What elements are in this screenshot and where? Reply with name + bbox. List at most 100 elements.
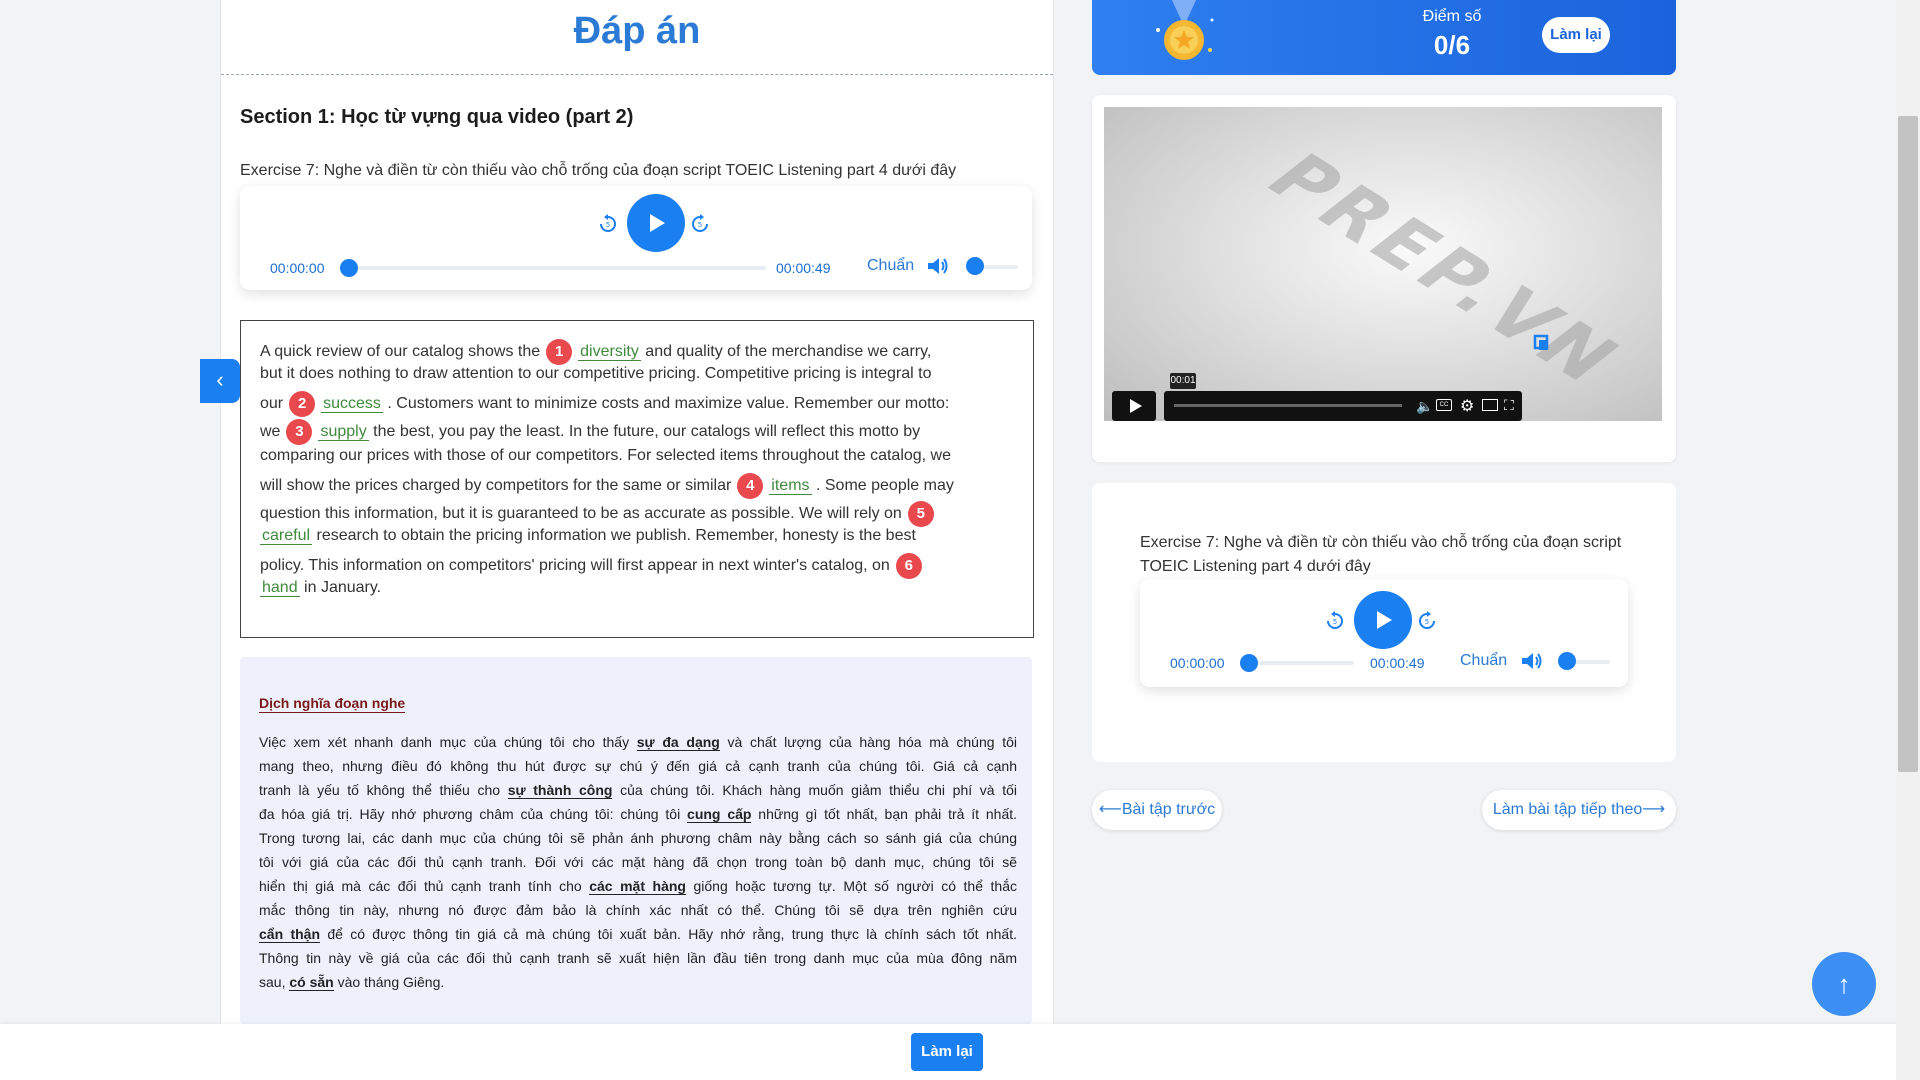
translation-box: Dịch nghĩa đoạn nghe Việc xem xét nhanh … [240, 657, 1032, 1024]
arrow-left-icon: ⟵ [1098, 801, 1122, 818]
volume-icon[interactable] [926, 255, 950, 282]
passage-line: A quick review of our catalog shows the 1… [260, 339, 931, 365]
answer-word: items [769, 477, 812, 496]
translation-line: Thông tin này về giá của các đối thủ cạn… [259, 950, 1017, 966]
translation-keyword: sự đa dạng [636, 734, 720, 751]
passage-text: the best, you pay the least. In the futu… [373, 423, 921, 441]
audio-progress-track[interactable] [1246, 661, 1354, 665]
prev-exercise-label: Bài tập trước [1121, 801, 1216, 818]
right-exercise-card: Exercise 7: Nghe và điền từ còn thiếu và… [1092, 483, 1676, 762]
translation-keyword: các mặt hàng [589, 878, 686, 895]
passage-text: we [260, 423, 281, 441]
passage-text: research to obtain the pricing informati… [316, 527, 916, 544]
translation-line: mang theo, nhưng điều đó không thu hút đ… [259, 758, 1017, 774]
translation-line: tôi với giá của các đối thủ cạnh tranh. … [259, 854, 1017, 870]
current-time: 00:00:00 [270, 260, 325, 276]
score-banner: Điểm số 0/6 Làm lại [1092, 0, 1676, 75]
section-title: Section 1: Học từ vựng qua video (part 2… [240, 106, 634, 128]
right-exercise-label: Exercise 7: Nghe và điền từ còn thiếu và… [1140, 534, 1622, 575]
right-audio-player: 5 5 00:00:00 00:00:49 Chuẩn [1140, 579, 1628, 687]
passage-line: will show the prices charged by competit… [260, 473, 954, 499]
exercise-label: Exercise 7: Nghe và điền từ còn thiếu và… [240, 162, 957, 179]
translation-line: sau, có sẵn vào tháng Giêng. [259, 974, 445, 991]
picture-in-picture-icon[interactable] [1482, 399, 1498, 411]
passage-line: but it does nothing to draw attention to… [260, 365, 931, 383]
passage-text: policy. This information on competitors'… [260, 557, 890, 575]
svg-text:5: 5 [606, 221, 610, 229]
answer-number-badge: 5 [907, 501, 934, 527]
redo-button-bottom[interactable]: Làm lại [911, 1033, 983, 1071]
svg-text:5: 5 [1333, 618, 1337, 626]
answer-number-badge: 3 [286, 419, 313, 445]
rewind-icon[interactable]: 5 [1324, 610, 1346, 632]
passage-text: but it does nothing to draw attention to… [260, 365, 932, 382]
duration-time: 00:00:49 [1370, 655, 1425, 671]
arrow-up-icon: ↑ [1837, 969, 1851, 999]
translation-heading: Dịch nghĩa đoạn nghe [259, 695, 406, 713]
svg-text:5: 5 [698, 221, 702, 229]
scrollbar-thumb[interactable] [1898, 116, 1918, 772]
passage-line: comparing our prices with those of our c… [260, 447, 951, 465]
audio-progress-knob[interactable] [340, 259, 358, 277]
forward-icon[interactable]: 5 [689, 213, 711, 235]
passage-text: and quality of the merchandise we carry, [645, 343, 932, 361]
audio-progress-knob[interactable] [1240, 654, 1258, 672]
audio-player: 5 5 00:00:00 00:00:49 Chuẩn [240, 186, 1032, 290]
volume-knob[interactable] [966, 257, 984, 275]
passage-text: will show the prices charged by competit… [260, 477, 732, 495]
translation-line: hiển thị giá mà các đối thủ cạnh tranh t… [259, 878, 1017, 895]
play-icon [1130, 399, 1142, 413]
arrow-right-icon: ⟶ [1642, 801, 1666, 818]
answer-word: success [321, 395, 383, 414]
score-label: Điểm số [1422, 8, 1482, 25]
back-to-top-button[interactable]: ↑ [1812, 952, 1876, 1016]
answer-number-badge: 4 [737, 473, 764, 499]
video-watermark: PREP.VN [1247, 140, 1643, 398]
translation-keyword: cung cấp [687, 806, 752, 823]
video-progress-track[interactable] [1174, 404, 1402, 407]
video-player[interactable]: PREP.VN 00:01 🔈 CC ⚙ ⛶ [1104, 107, 1662, 421]
speed-select[interactable]: Chuẩn [867, 257, 914, 275]
speed-select[interactable]: Chuẩn [1460, 652, 1507, 670]
translation-keyword: sự thành công [507, 782, 613, 799]
translation-line: Trong tương lai, các danh mục của chúng … [259, 830, 1017, 846]
video-play-button[interactable] [1112, 391, 1156, 421]
passage-line: our 2 success . Customers want to minimize… [260, 391, 949, 417]
next-exercise-button[interactable]: Làm bài tập tiếp theo⟶ [1482, 790, 1676, 830]
sidebar-toggle-button[interactable]: ‹ [200, 359, 240, 403]
translation-keyword: cẩn thận [259, 926, 320, 943]
passage-text: comparing our prices with those of our c… [260, 447, 952, 464]
bottom-bar: Làm lại [0, 1024, 1920, 1080]
volume-knob[interactable] [1558, 652, 1576, 670]
volume-icon[interactable]: 🔈 [1416, 398, 1433, 415]
volume-icon[interactable] [1520, 650, 1544, 677]
play-button[interactable] [627, 194, 685, 252]
prev-exercise-button[interactable]: ⟵Bài tập trước [1092, 790, 1222, 830]
forward-icon[interactable]: 5 [1416, 610, 1438, 632]
video-card: PREP.VN 00:01 🔈 CC ⚙ ⛶ [1092, 95, 1676, 462]
audio-progress-track[interactable] [346, 266, 766, 270]
passage-box: A quick review of our catalog shows the 1… [240, 320, 1034, 638]
settings-icon[interactable]: ⚙ [1460, 396, 1474, 416]
score-value: 0/6 [1433, 30, 1471, 60]
passage-text: our [260, 395, 284, 413]
svg-text:5: 5 [1425, 618, 1429, 626]
play-icon [650, 214, 665, 232]
fullscreen-icon[interactable]: ⛶ [1504, 397, 1514, 414]
duration-time: 00:00:49 [776, 260, 831, 276]
passage-text: . Customers want to minimize costs and m… [387, 395, 950, 413]
answer-word: diversity [578, 343, 641, 362]
translation-keyword: có sẵn [289, 974, 334, 991]
rewind-icon[interactable]: 5 [597, 213, 619, 235]
page-title: Đáp án [573, 10, 701, 52]
redo-button-top[interactable]: Làm lại [1542, 17, 1610, 53]
play-button[interactable] [1354, 591, 1412, 649]
play-icon [1377, 611, 1392, 629]
passage-text: in January. [304, 579, 382, 596]
translation-line: cẩn thận để có được thông tin giá cả mà … [259, 926, 1017, 943]
answer-word: careful [260, 527, 313, 545]
passage-text: . Some people may [815, 477, 954, 495]
chevron-left-icon: ‹ [216, 367, 224, 392]
title-divider [221, 74, 1053, 75]
captions-icon[interactable]: CC [1436, 399, 1452, 411]
